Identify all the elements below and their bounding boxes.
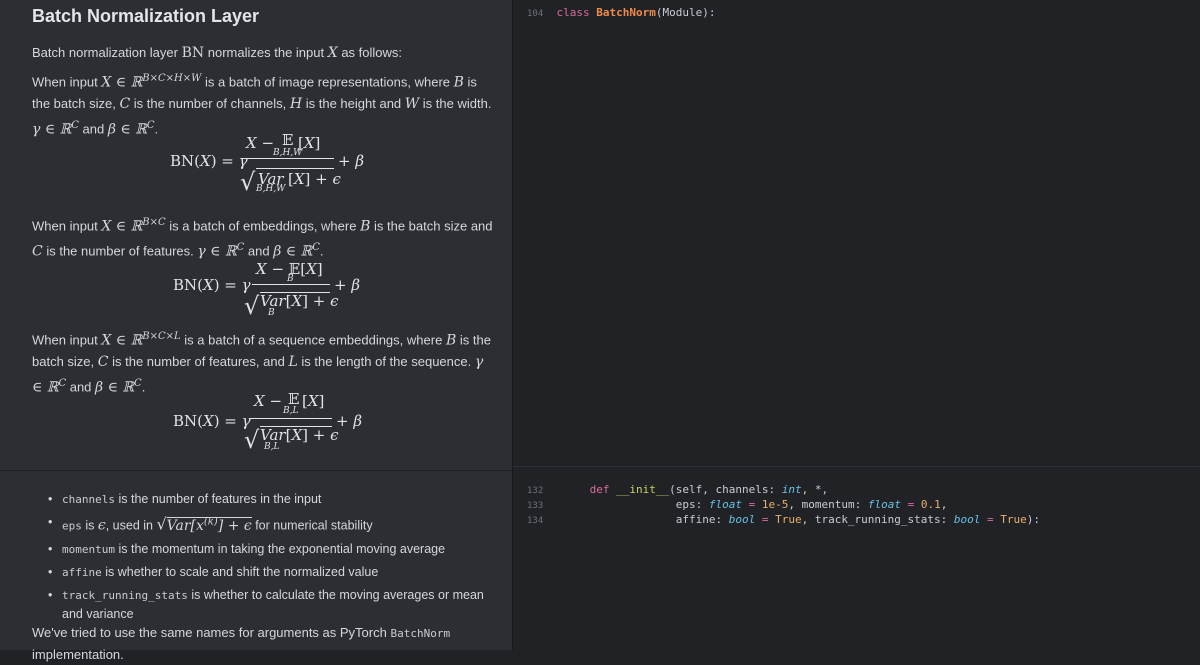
list-item: eps is ϵ, used in √Var[x(k)] + ϵ for num… <box>48 513 498 536</box>
list-item: channels is the number of features in th… <box>48 490 498 509</box>
code-line-104: 104 class BatchNorm(Module): <box>527 6 716 19</box>
intro-paragraph: Batch normalization layer BN normalizes … <box>32 45 403 61</box>
code-pane[interactable]: 104 class BatchNorm(Module): 132 def __i… <box>512 0 1200 650</box>
page: Batch Normalization Layer Batch normaliz… <box>0 0 1200 662</box>
footer-note: We've tried to use the same names for ar… <box>32 625 451 662</box>
section-divider <box>513 466 1200 467</box>
formula-embedding: BN(X) = γ X − 𝔼[X] B √ Var[X] + ϵ B + β <box>173 260 361 320</box>
documentation-pane: Batch Normalization Layer Batch normaliz… <box>0 0 512 662</box>
list-item: track_running_stats is whether to calcul… <box>48 586 498 623</box>
formula-sequence: BN(X) = γ X − 𝔼 B,L [X] √ Var[X] + ϵ B,L… <box>173 390 363 454</box>
code-line-134: 134 affine: bool = True, track_running_s… <box>527 513 1041 526</box>
code-line-133: 133 eps: float = 1e-5, momentum: float =… <box>527 498 948 511</box>
list-item: affine is whether to scale and shift the… <box>48 563 498 582</box>
doc-explanation: Batch Normalization Layer Batch normaliz… <box>0 0 512 462</box>
code-line-132: 132 def __init__(self, channels: int, *, <box>527 483 829 496</box>
page-title: Batch Normalization Layer <box>32 6 260 26</box>
case-sequence-paragraph: When input X ∈ ℝB×C×L is a batch of a se… <box>32 331 491 396</box>
argument-list: channels is the number of features in th… <box>48 490 498 627</box>
list-item: momentum is the momentum in taking the e… <box>48 540 498 559</box>
formula-image: BN(X) = γ X − 𝔼 B,H,W [X] √ Var B,H,W [X… <box>170 131 365 196</box>
